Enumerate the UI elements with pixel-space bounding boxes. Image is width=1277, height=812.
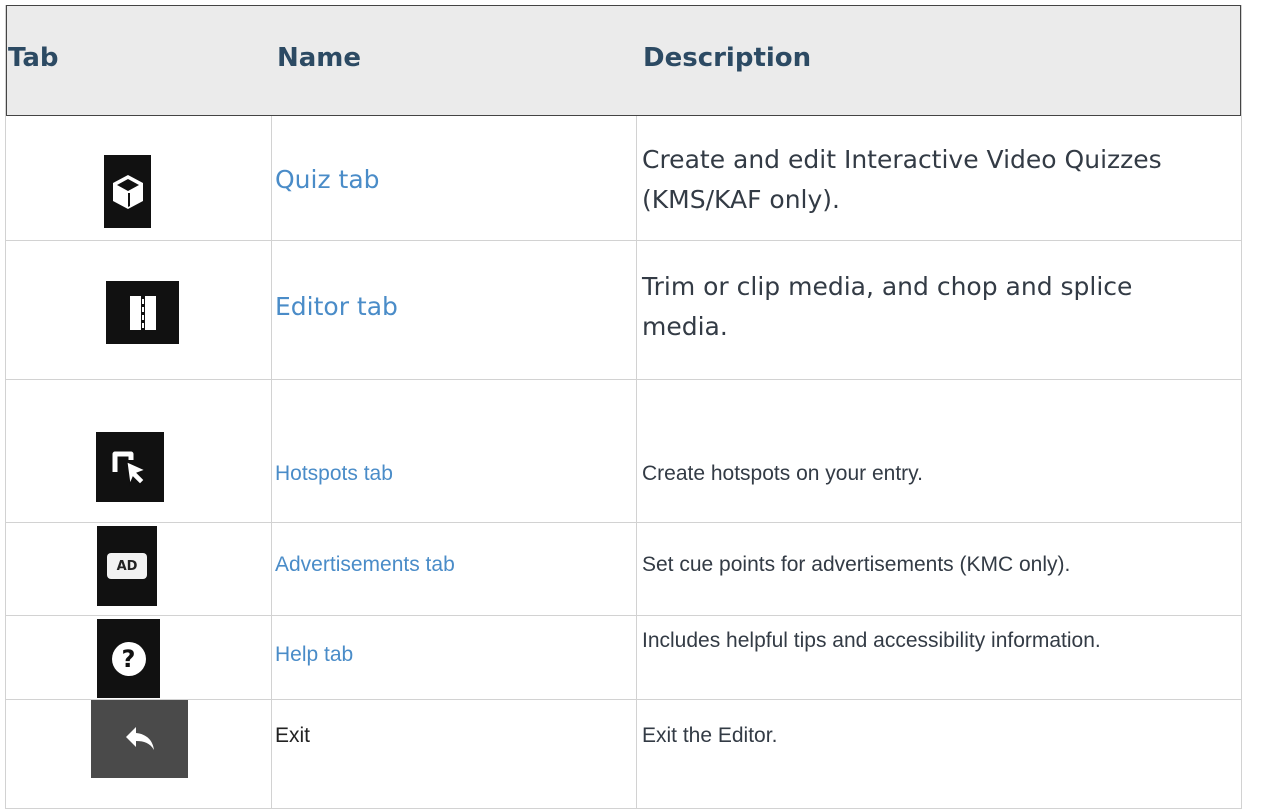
- editor-split-icon: [106, 281, 179, 344]
- quiz-tab-link[interactable]: Quiz tab: [275, 160, 380, 200]
- header-name: Name: [277, 43, 362, 73]
- table-row: Hotspots tab Create hotspots on your ent…: [6, 380, 1241, 523]
- help-icon: ?: [97, 619, 160, 698]
- cube-icon: [104, 155, 151, 228]
- table-row: ? Help tab Includes helpful tips and acc…: [6, 616, 1241, 700]
- exit-arrow-icon: [91, 700, 188, 778]
- row-description: Create hotspots on your entry.: [642, 462, 923, 485]
- help-tab-link[interactable]: Help tab: [275, 643, 353, 667]
- hotspot-cursor-icon: [96, 432, 164, 502]
- header-description: Description: [643, 43, 812, 73]
- header-tab: Tab: [8, 43, 59, 73]
- table-row: AD Advertisements tab Set cue points for…: [6, 523, 1241, 616]
- row-description: Includes helpful tips and accessibility …: [642, 629, 1101, 652]
- row-description: Trim or clip media, and chop and splice …: [642, 272, 1133, 341]
- table-header: Tab Name Description: [6, 5, 1241, 116]
- advertisements-tab-link[interactable]: Advertisements tab: [275, 553, 455, 577]
- row-description: Create and edit Interactive Video Quizze…: [642, 145, 1162, 214]
- ad-icon-label: AD: [107, 553, 147, 579]
- editor-tab-link[interactable]: Editor tab: [275, 287, 398, 327]
- help-icon-glyph: ?: [111, 641, 146, 676]
- tabs-table: Tab Name Description Quiz tab Create and…: [5, 5, 1242, 809]
- table-row: Editor tab Trim or clip media, and chop …: [6, 241, 1241, 380]
- ad-icon: AD: [97, 526, 157, 606]
- table-row: Exit Exit the Editor.: [6, 700, 1241, 808]
- row-description: Set cue points for advertisements (KMC o…: [642, 553, 1071, 576]
- hotspots-tab-link[interactable]: Hotspots tab: [275, 462, 393, 486]
- table-row: Quiz tab Create and edit Interactive Vid…: [6, 116, 1241, 241]
- exit-label[interactable]: Exit: [275, 724, 310, 748]
- row-description: Exit the Editor.: [642, 724, 778, 747]
